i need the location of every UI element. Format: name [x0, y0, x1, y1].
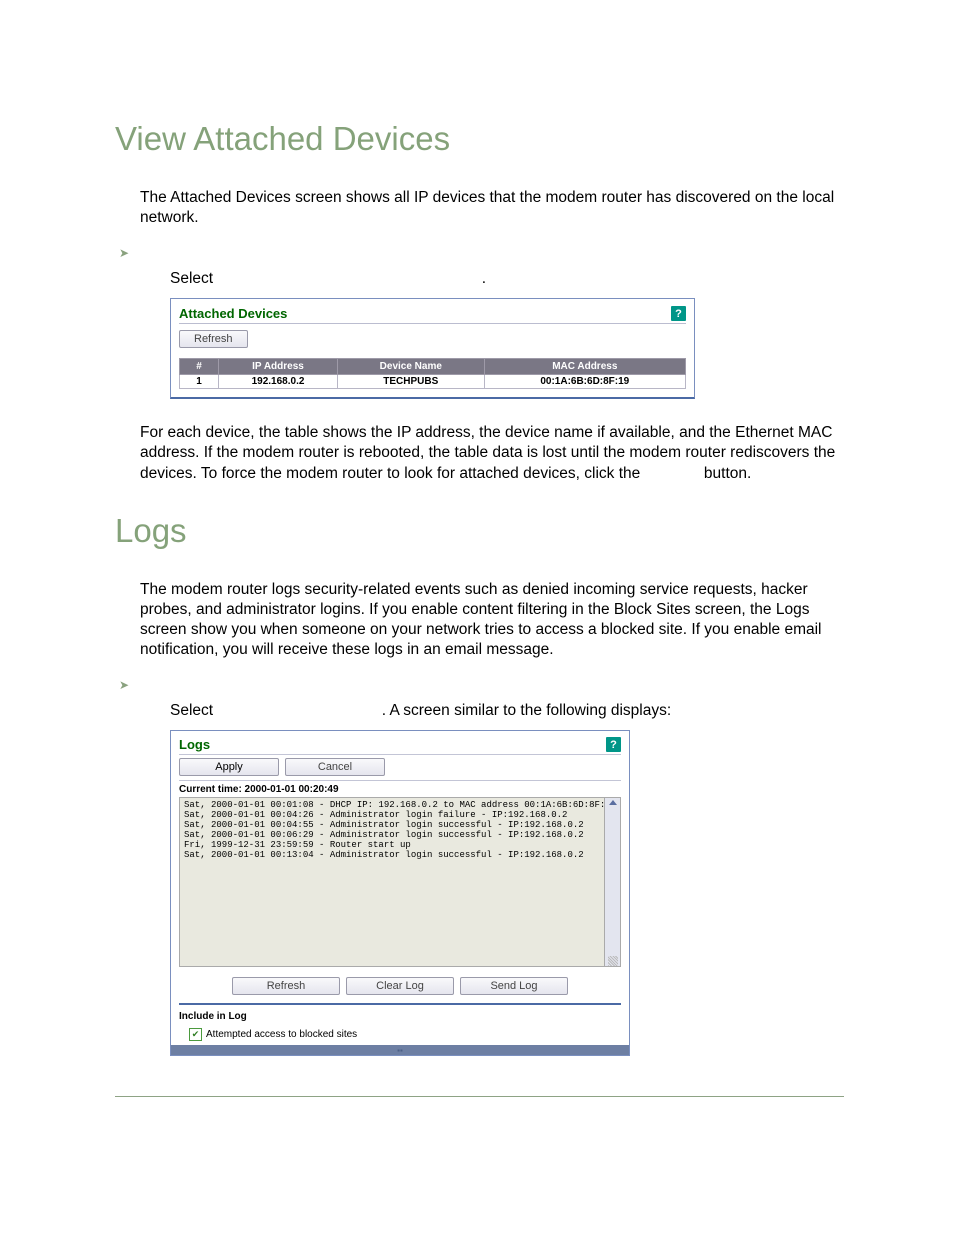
include-in-log-label: Include in Log — [179, 1011, 621, 1022]
resize-grip-icon — [608, 956, 618, 966]
step-suffix: . A screen similar to the following disp… — [382, 702, 671, 719]
cell-name: TECHPUBS — [338, 375, 485, 389]
logs-panel: Logs ? Apply Cancel Current time: 2000-0… — [170, 730, 630, 1056]
heading-logs: Logs — [115, 512, 844, 550]
para-logs-intro: The modem router logs security-related e… — [115, 580, 844, 661]
step-suffix: . — [482, 270, 486, 287]
cancel-button[interactable]: Cancel — [285, 758, 385, 776]
divider — [179, 754, 621, 755]
panel-title-logs: Logs — [179, 737, 210, 752]
clear-log-button[interactable]: Clear Log — [346, 977, 454, 995]
refresh-button[interactable]: Refresh — [232, 977, 340, 995]
panel-title-attached: Attached Devices — [179, 306, 287, 321]
step-select-attached: Select . — [115, 270, 844, 288]
step-marker: ➤ — [119, 246, 844, 260]
apply-button[interactable]: Apply — [179, 758, 279, 776]
checkbox-row: ✔ Attempted access to blocked sites — [189, 1028, 621, 1041]
attached-devices-table: # IP Address Device Name MAC Address 1 1… — [179, 358, 686, 389]
divider — [179, 780, 621, 781]
step-prefix: Select — [170, 270, 217, 287]
col-header-ip: IP Address — [219, 359, 338, 375]
para-attached-after: For each device, the table shows the IP … — [115, 423, 844, 483]
cell-ip: 192.168.0.2 — [219, 375, 338, 389]
divider — [179, 323, 686, 324]
send-log-button[interactable]: Send Log — [460, 977, 568, 995]
after-text-b: button. — [704, 465, 751, 482]
footer-divider — [115, 1096, 844, 1097]
help-icon[interactable]: ? — [671, 306, 686, 321]
cell-mac: 00:1A:6B:6D:8F:19 — [484, 375, 685, 389]
current-time-label: Current time: 2000-01-01 00:20:49 — [179, 784, 621, 795]
col-header-mac: MAC Address — [484, 359, 685, 375]
step-marker: ➤ — [119, 678, 844, 692]
para-attached-intro: The Attached Devices screen shows all IP… — [115, 188, 844, 228]
step-prefix: Select — [170, 702, 217, 719]
table-row: 1 192.168.0.2 TECHPUBS 00:1A:6B:6D:8F:19 — [180, 375, 686, 389]
checkbox-blocked-sites[interactable]: ✔ — [189, 1028, 202, 1041]
attached-devices-panel: Attached Devices ? Refresh # IP Address … — [170, 298, 695, 399]
heading-view-attached: View Attached Devices — [115, 120, 844, 158]
checkbox-label: Attempted access to blocked sites — [206, 1029, 357, 1040]
bottom-scrollbar[interactable]: ▪▪ — [171, 1045, 629, 1055]
col-header-num: # — [180, 359, 219, 375]
cell-num: 1 — [180, 375, 219, 389]
step-select-logs: Select . A screen similar to the followi… — [115, 702, 844, 720]
help-icon[interactable]: ? — [606, 737, 621, 752]
col-header-name: Device Name — [338, 359, 485, 375]
divider — [179, 1003, 621, 1005]
refresh-button[interactable]: Refresh — [179, 330, 248, 348]
scrollbar[interactable] — [605, 797, 621, 967]
log-textarea[interactable]: Sat, 2000-01-01 00:01:08 - DHCP IP: 192.… — [179, 797, 605, 967]
